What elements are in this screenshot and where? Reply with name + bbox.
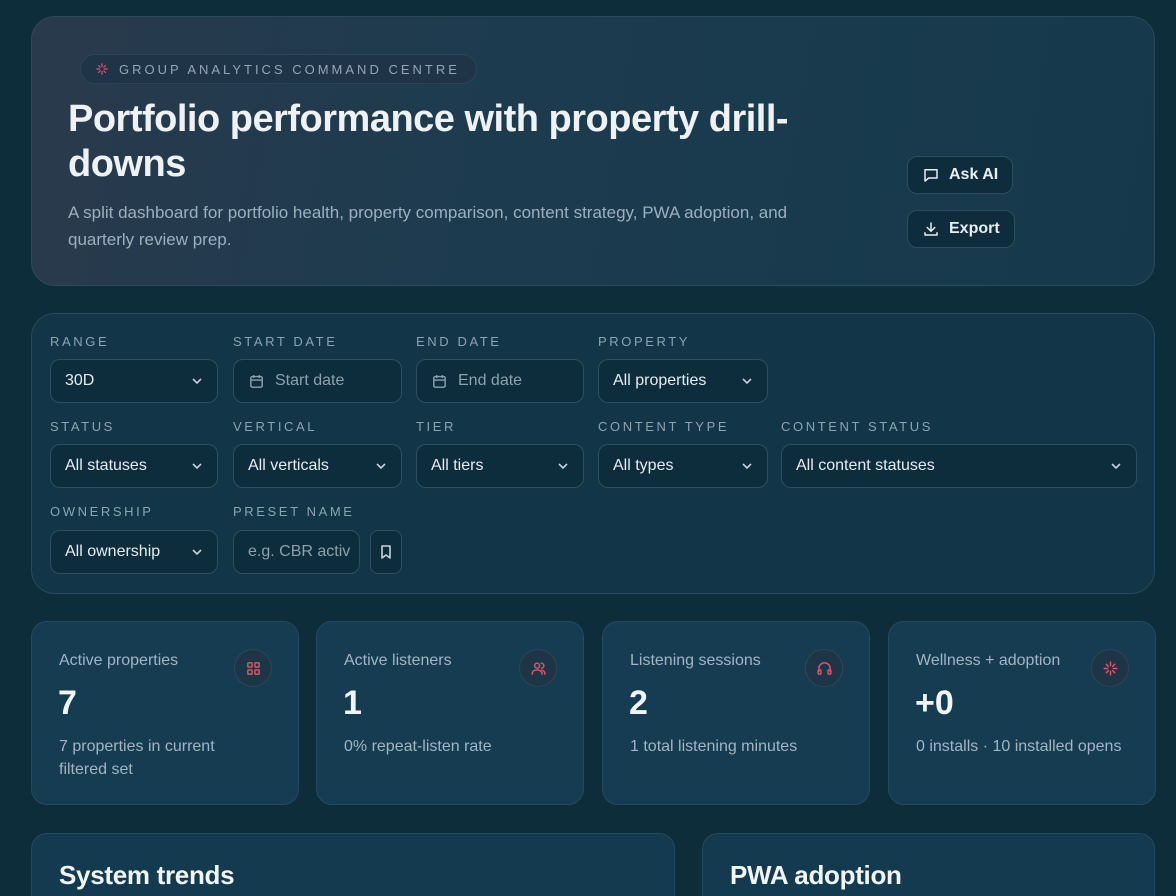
kpi-footnote: 7 properties in current filtered set [59, 738, 215, 778]
kpi-card-listening-sessions: Listening sessions 2 1 total listening m… [602, 621, 870, 805]
vertical-label: VERTICAL [233, 419, 318, 434]
property-select[interactable]: All properties [598, 359, 768, 403]
ownership-select[interactable]: All ownership [50, 530, 218, 574]
tier-label: TIER [416, 419, 457, 434]
preset-name-label: PRESET NAME [233, 504, 355, 519]
range-value: 30D [65, 372, 95, 389]
start-date-placeholder: Start date [275, 372, 345, 389]
status-select[interactable]: All statuses [50, 444, 218, 488]
tier-value: All tiers [431, 457, 484, 474]
kpi-card-active-listeners: Active listeners 1 0% repeat-listen rate [316, 621, 584, 805]
kpi-label: Wellness + adoption [916, 652, 1061, 669]
users-icon [519, 649, 557, 687]
vertical-select[interactable]: All verticals [233, 444, 402, 488]
ownership-label: OWNERSHIP [50, 504, 154, 519]
tier-select[interactable]: All tiers [416, 444, 584, 488]
property-value: All properties [613, 372, 707, 389]
pwa-adoption-panel: PWA adoption [702, 833, 1155, 896]
content-type-label: CONTENT TYPE [598, 419, 730, 434]
kpi-label: Listening sessions [630, 652, 761, 669]
chat-icon [924, 169, 938, 182]
preset-name-placeholder: e.g. CBR activ [248, 543, 351, 560]
kpi-label: Active listeners [344, 652, 452, 669]
panel-title: PWA adoption [730, 860, 902, 890]
range-label: RANGE [50, 334, 110, 349]
chevron-down-icon [742, 463, 752, 470]
export-button[interactable]: Export [907, 210, 1015, 248]
chevron-down-icon [1111, 463, 1121, 470]
kpi-footnote: 1 total listening minutes [630, 738, 798, 755]
panel-title: System trends [59, 860, 235, 890]
ask-ai-label: Ask AI [949, 166, 999, 183]
kpi-value: 1 [343, 684, 362, 722]
hero-header: GROUP ANALYTICS COMMAND CENTRE Portfolio… [31, 16, 1155, 286]
end-date-input[interactable]: End date [416, 359, 584, 403]
start-date-label: START DATE [233, 334, 338, 349]
chevron-down-icon [192, 549, 202, 556]
bookmark-icon [381, 545, 391, 559]
content-status-select[interactable]: All content statuses [781, 444, 1137, 488]
end-date-placeholder: End date [458, 372, 523, 389]
status-value: All statuses [65, 457, 147, 474]
kpi-footnote: 0% repeat-listen rate [344, 738, 492, 755]
status-label: STATUS [50, 419, 115, 434]
eyebrow-text: GROUP ANALYTICS COMMAND CENTRE [119, 61, 460, 77]
grid-icon [234, 649, 272, 687]
chevron-down-icon [558, 463, 568, 470]
download-icon [924, 222, 938, 236]
eyebrow-badge: GROUP ANALYTICS COMMAND CENTRE [80, 54, 477, 84]
property-label: PROPERTY [598, 334, 691, 349]
start-date-input[interactable]: Start date [233, 359, 402, 403]
system-trends-panel: System trends [31, 833, 675, 896]
chevron-down-icon [376, 463, 386, 470]
preset-name-input[interactable]: e.g. CBR activ [233, 530, 360, 574]
end-date-label: END DATE [416, 334, 502, 349]
vertical-value: All verticals [248, 457, 329, 474]
kpi-value: 2 [629, 684, 648, 722]
chevron-down-icon [192, 463, 202, 470]
export-label: Export [949, 220, 1000, 237]
chevron-down-icon [742, 378, 752, 385]
headphones-icon [805, 649, 843, 687]
range-select[interactable]: 30D [50, 359, 218, 403]
kpi-value: +0 [915, 684, 954, 722]
page-subtitle: A split dashboard for portfolio health, … [68, 203, 788, 249]
kpi-value: 7 [58, 684, 77, 722]
filter-panel: RANGE 30D START DATE Start date END DATE… [31, 313, 1155, 594]
calendar-icon [250, 374, 263, 388]
ask-ai-button[interactable]: Ask AI [907, 156, 1014, 194]
save-preset-button[interactable] [370, 530, 402, 574]
sparkle-icon [1091, 649, 1129, 687]
content-status-label: CONTENT STATUS [781, 419, 933, 434]
kpi-label: Active properties [59, 652, 179, 669]
content-type-value: All types [613, 457, 674, 474]
ownership-value: All ownership [65, 543, 161, 560]
kpi-card-wellness-adoption: Wellness + adoption +0 0 installs · 10 i… [888, 621, 1156, 805]
chevron-down-icon [192, 378, 202, 385]
content-status-value: All content statuses [796, 457, 935, 474]
sparkle-icon [96, 63, 108, 75]
content-type-select[interactable]: All types [598, 444, 768, 488]
page-title: Portfolio performance with property dril… [68, 98, 789, 185]
calendar-icon [433, 374, 446, 388]
kpi-card-active-properties: Active properties 7 7 properties in curr… [31, 621, 299, 805]
kpi-footnote: 0 installs · 10 installed opens [916, 738, 1122, 755]
